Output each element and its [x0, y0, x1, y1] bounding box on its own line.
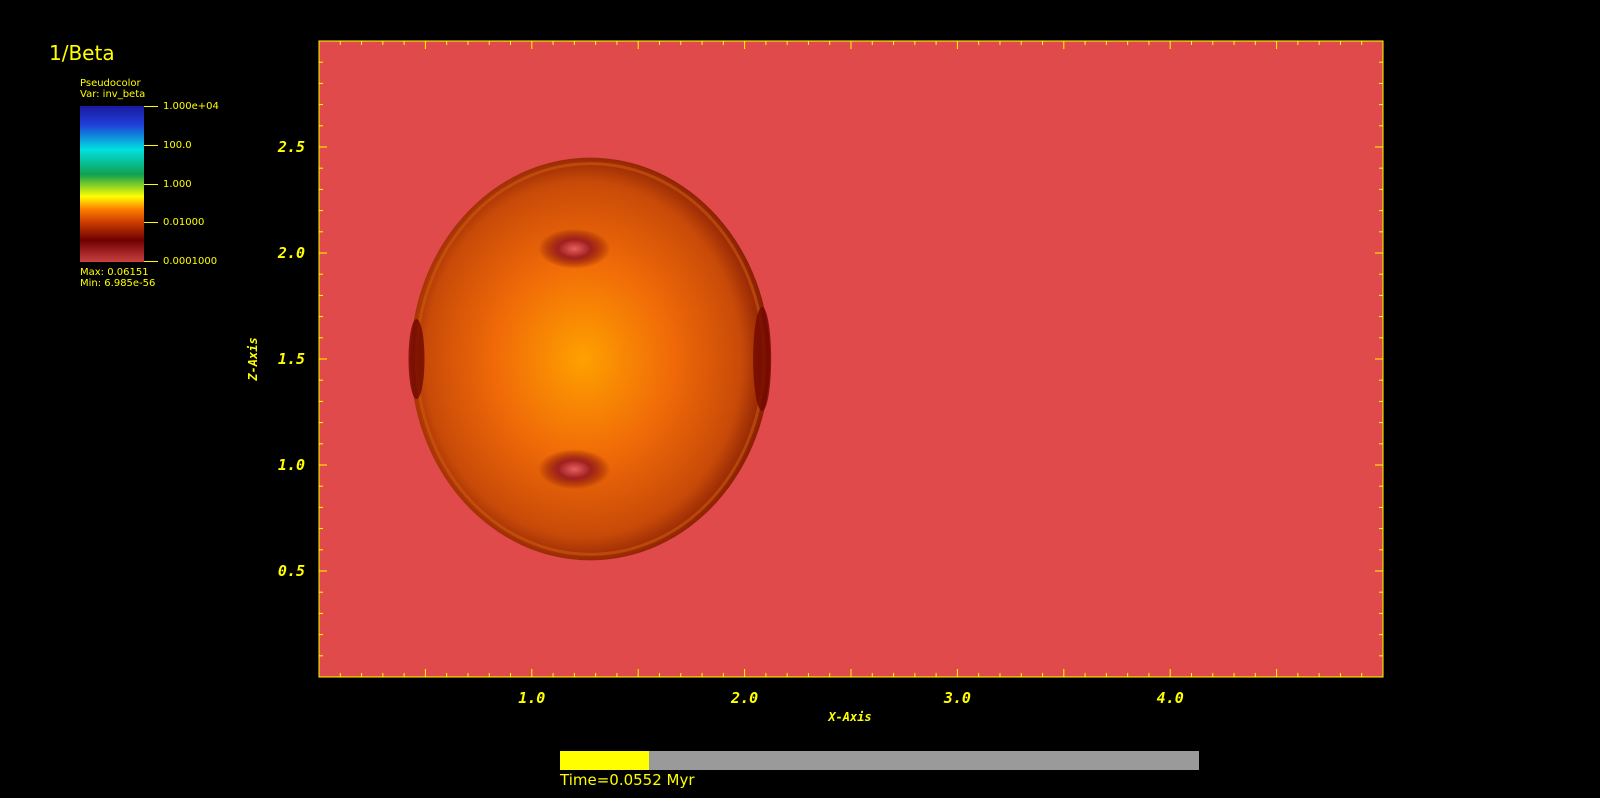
- y-tick-label: 2.5: [277, 138, 305, 156]
- x-tick-label: 1.0: [518, 689, 545, 707]
- x-tick-label: 4.0: [1157, 689, 1184, 707]
- y-tick-label: 1.0: [278, 456, 305, 474]
- y-tick-label: 1.5: [278, 350, 305, 368]
- y-tick-label: 0.5: [278, 562, 305, 580]
- time-progress-fill: [560, 751, 650, 770]
- chart-svg: 1.0 2.0 3.0 4.0 0.5 1.0 1.5 2.0 2.5 X-Axis Z-Axis: [246, 40, 1384, 724]
- x-tick-label: 2.0: [730, 689, 758, 707]
- bubble-left-lobe: [408, 319, 425, 399]
- time-progress-bar: [560, 751, 1199, 770]
- time-label: Time=0.0552 Myr: [560, 771, 695, 789]
- plot-area: [319, 41, 1383, 677]
- y-tick-label: 2.0: [277, 244, 305, 262]
- x-tick-label: 3.0: [943, 689, 971, 707]
- bubble-hotspot: [538, 449, 611, 490]
- bubble-right-lobe: [753, 307, 772, 411]
- x-axis-label: X-Axis: [827, 710, 871, 724]
- y-axis-label: Z-Axis: [246, 337, 260, 381]
- bubble: [410, 157, 771, 561]
- bubble-hotspot: [538, 228, 611, 269]
